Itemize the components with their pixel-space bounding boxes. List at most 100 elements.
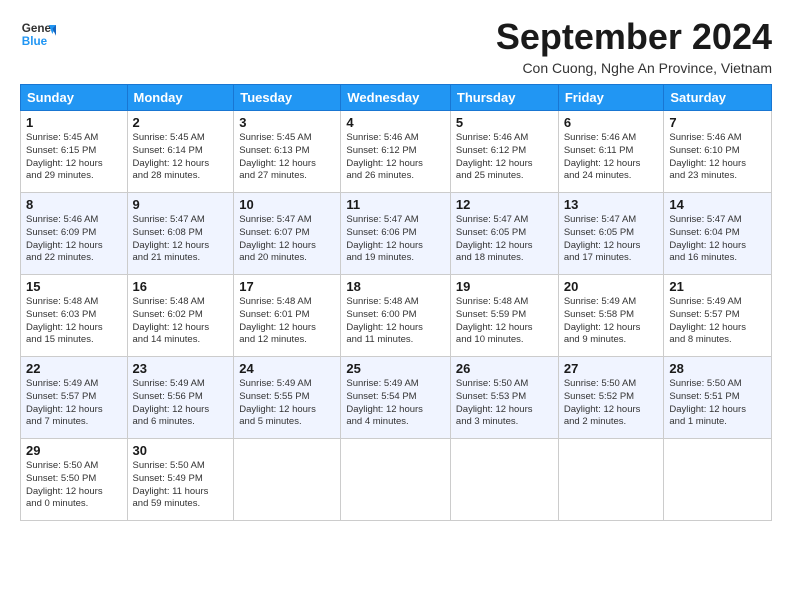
day-number: 26 (456, 361, 553, 376)
table-row: 28 Sunrise: 5:50 AM Sunset: 5:51 PM Dayli… (664, 357, 772, 439)
day-number: 24 (239, 361, 335, 376)
table-row: 8 Sunrise: 5:46 AM Sunset: 6:09 PM Daylig… (21, 193, 128, 275)
day-number: 27 (564, 361, 659, 376)
day-number: 3 (239, 115, 335, 130)
day-number: 12 (456, 197, 553, 212)
calendar-row: 1Sunrise: 5:45 AM Sunset: 6:15 PM Daylig… (21, 111, 772, 193)
header-monday: Monday (127, 85, 234, 111)
day-number: 8 (26, 197, 122, 212)
day-number: 21 (669, 279, 766, 294)
day-info: Sunrise: 5:49 AM Sunset: 5:56 PM Dayligh… (133, 378, 229, 429)
table-row: 22 Sunrise: 5:49 AM Sunset: 5:57 PM Dayli… (21, 357, 128, 439)
day-info: Sunrise: 5:45 AM Sunset: 6:13 PM Dayligh… (239, 132, 335, 183)
table-row: 6 Sunrise: 5:46 AM Sunset: 6:11 PM Daylig… (558, 111, 664, 193)
day-info: Sunrise: 5:47 AM Sunset: 6:05 PM Dayligh… (456, 214, 553, 265)
day-info: Sunrise: 5:49 AM Sunset: 5:57 PM Dayligh… (669, 296, 766, 347)
day-info: Sunrise: 5:50 AM Sunset: 5:51 PM Dayligh… (669, 378, 766, 429)
table-row: 13 Sunrise: 5:47 AM Sunset: 6:05 PM Dayli… (558, 193, 664, 275)
table-row: 27 Sunrise: 5:50 AM Sunset: 5:52 PM Dayli… (558, 357, 664, 439)
day-info: Sunrise: 5:47 AM Sunset: 6:04 PM Dayligh… (669, 214, 766, 265)
day-info: Sunrise: 5:46 AM Sunset: 6:12 PM Dayligh… (456, 132, 553, 183)
day-number: 20 (564, 279, 659, 294)
table-row: 7Sunrise: 5:46 AM Sunset: 6:10 PM Daylig… (664, 111, 772, 193)
day-info: Sunrise: 5:48 AM Sunset: 6:00 PM Dayligh… (346, 296, 445, 347)
table-row (558, 439, 664, 521)
day-number: 14 (669, 197, 766, 212)
table-row: 15 Sunrise: 5:48 AM Sunset: 6:03 PM Dayli… (21, 275, 128, 357)
header-tuesday: Tuesday (234, 85, 341, 111)
header: General Blue September 2024 Con Cuong, N… (20, 16, 772, 76)
day-info: Sunrise: 5:47 AM Sunset: 6:08 PM Dayligh… (133, 214, 229, 265)
page: General Blue September 2024 Con Cuong, N… (0, 0, 792, 531)
table-row: 14 Sunrise: 5:47 AM Sunset: 6:04 PM Dayli… (664, 193, 772, 275)
day-number: 22 (26, 361, 122, 376)
day-number: 30 (133, 443, 229, 458)
subtitle: Con Cuong, Nghe An Province, Vietnam (496, 60, 772, 76)
header-wednesday: Wednesday (341, 85, 451, 111)
logo-icon: General Blue (20, 16, 56, 52)
table-row: 26Sunrise: 5:50 AM Sunset: 5:53 PM Dayli… (450, 357, 558, 439)
day-info: Sunrise: 5:49 AM Sunset: 5:55 PM Dayligh… (239, 378, 335, 429)
day-number: 23 (133, 361, 229, 376)
table-row: 18 Sunrise: 5:48 AM Sunset: 6:00 PM Dayli… (341, 275, 451, 357)
day-info: Sunrise: 5:50 AM Sunset: 5:50 PM Dayligh… (26, 460, 122, 511)
day-number: 2 (133, 115, 229, 130)
day-info: Sunrise: 5:49 AM Sunset: 5:54 PM Dayligh… (346, 378, 445, 429)
table-row: 4 Sunrise: 5:46 AM Sunset: 6:12 PM Daylig… (341, 111, 451, 193)
day-info: Sunrise: 5:47 AM Sunset: 6:05 PM Dayligh… (564, 214, 659, 265)
day-number: 28 (669, 361, 766, 376)
day-number: 17 (239, 279, 335, 294)
table-row: 29Sunrise: 5:50 AM Sunset: 5:50 PM Dayli… (21, 439, 128, 521)
day-number: 9 (133, 197, 229, 212)
calendar-row: 29Sunrise: 5:50 AM Sunset: 5:50 PM Dayli… (21, 439, 772, 521)
table-row: 3 Sunrise: 5:45 AM Sunset: 6:13 PM Daylig… (234, 111, 341, 193)
table-row: 30 Sunrise: 5:50 AM Sunset: 5:49 PM Dayli… (127, 439, 234, 521)
calendar-table: Sunday Monday Tuesday Wednesday Thursday… (20, 84, 772, 521)
day-number: 5 (456, 115, 553, 130)
day-info: Sunrise: 5:48 AM Sunset: 6:02 PM Dayligh… (133, 296, 229, 347)
header-friday: Friday (558, 85, 664, 111)
day-number: 6 (564, 115, 659, 130)
day-info: Sunrise: 5:48 AM Sunset: 6:03 PM Dayligh… (26, 296, 122, 347)
title-area: September 2024 Con Cuong, Nghe An Provin… (496, 16, 772, 76)
table-row: 25 Sunrise: 5:49 AM Sunset: 5:54 PM Dayli… (341, 357, 451, 439)
header-saturday: Saturday (664, 85, 772, 111)
calendar-row: 8 Sunrise: 5:46 AM Sunset: 6:09 PM Daylig… (21, 193, 772, 275)
month-title: September 2024 (496, 16, 772, 58)
day-number: 25 (346, 361, 445, 376)
day-number: 11 (346, 197, 445, 212)
day-info: Sunrise: 5:46 AM Sunset: 6:10 PM Dayligh… (669, 132, 766, 183)
table-row: 23 Sunrise: 5:49 AM Sunset: 5:56 PM Dayli… (127, 357, 234, 439)
day-info: Sunrise: 5:46 AM Sunset: 6:12 PM Dayligh… (346, 132, 445, 183)
table-row: 1Sunrise: 5:45 AM Sunset: 6:15 PM Daylig… (21, 111, 128, 193)
day-info: Sunrise: 5:46 AM Sunset: 6:09 PM Dayligh… (26, 214, 122, 265)
day-number: 13 (564, 197, 659, 212)
table-row: 10 Sunrise: 5:47 AM Sunset: 6:07 PM Dayli… (234, 193, 341, 275)
logo: General Blue (20, 16, 56, 52)
calendar-row: 15 Sunrise: 5:48 AM Sunset: 6:03 PM Dayli… (21, 275, 772, 357)
day-number: 4 (346, 115, 445, 130)
table-row: 12 Sunrise: 5:47 AM Sunset: 6:05 PM Dayli… (450, 193, 558, 275)
day-info: Sunrise: 5:45 AM Sunset: 6:15 PM Dayligh… (26, 132, 122, 183)
day-number: 19 (456, 279, 553, 294)
table-row (234, 439, 341, 521)
day-number: 10 (239, 197, 335, 212)
day-number: 15 (26, 279, 122, 294)
day-info: Sunrise: 5:46 AM Sunset: 6:11 PM Dayligh… (564, 132, 659, 183)
day-info: Sunrise: 5:48 AM Sunset: 6:01 PM Dayligh… (239, 296, 335, 347)
table-row: 21 Sunrise: 5:49 AM Sunset: 5:57 PM Dayli… (664, 275, 772, 357)
day-info: Sunrise: 5:47 AM Sunset: 6:07 PM Dayligh… (239, 214, 335, 265)
header-sunday: Sunday (21, 85, 128, 111)
table-row (664, 439, 772, 521)
svg-text:Blue: Blue (22, 35, 48, 48)
calendar-header-row: Sunday Monday Tuesday Wednesday Thursday… (21, 85, 772, 111)
table-row (341, 439, 451, 521)
day-info: Sunrise: 5:50 AM Sunset: 5:52 PM Dayligh… (564, 378, 659, 429)
table-row: 2 Sunrise: 5:45 AM Sunset: 6:14 PM Daylig… (127, 111, 234, 193)
day-info: Sunrise: 5:49 AM Sunset: 5:57 PM Dayligh… (26, 378, 122, 429)
day-info: Sunrise: 5:50 AM Sunset: 5:49 PM Dayligh… (133, 460, 229, 511)
table-row: 17 Sunrise: 5:48 AM Sunset: 6:01 PM Dayli… (234, 275, 341, 357)
day-number: 18 (346, 279, 445, 294)
day-info: Sunrise: 5:45 AM Sunset: 6:14 PM Dayligh… (133, 132, 229, 183)
table-row: 24 Sunrise: 5:49 AM Sunset: 5:55 PM Dayli… (234, 357, 341, 439)
